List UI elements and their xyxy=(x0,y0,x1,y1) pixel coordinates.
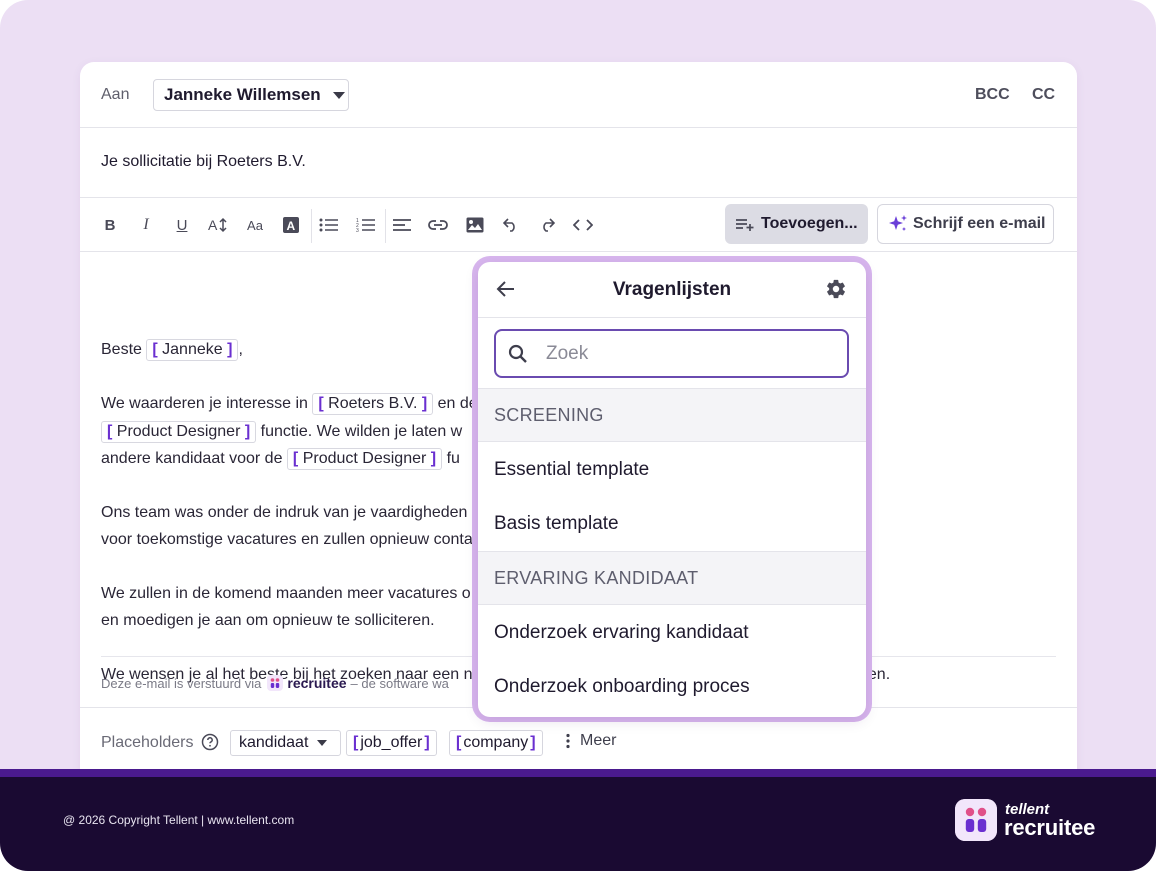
panel-header: Vragenlijsten xyxy=(478,262,866,318)
search-input[interactable] xyxy=(546,340,836,368)
paragraph-line: en moedigen je aan om opnieuw te sollici… xyxy=(101,612,435,629)
bold-icon[interactable]: B xyxy=(97,213,123,237)
footer-stripe xyxy=(0,769,1156,777)
toolbar-divider xyxy=(385,209,386,243)
recruitee-logo-icon xyxy=(955,799,997,841)
image-icon[interactable] xyxy=(462,213,488,237)
bcc-button[interactable]: BCC xyxy=(975,86,1010,104)
subject-row[interactable]: Je sollicitatie bij Roeters B.V. xyxy=(80,128,1077,198)
ai-write-label: Schrijf een e-mail xyxy=(913,215,1046,232)
placeholder-value: Janneke xyxy=(162,341,223,358)
recipient-row: Aan Janneke Willemsen BCC CC xyxy=(80,62,1077,128)
cc-button[interactable]: CC xyxy=(1032,86,1055,104)
playlist-add-icon xyxy=(736,219,754,231)
gear-icon[interactable] xyxy=(825,278,847,300)
redo-icon[interactable] xyxy=(534,213,560,237)
text-size-icon[interactable]: A xyxy=(205,213,231,237)
placeholder-value: Product Designer xyxy=(302,450,427,467)
menu-item-onderzoek-ervaring[interactable]: Onderzoek ervaring kandidaat xyxy=(478,606,866,660)
brand-recruitee: recruitee xyxy=(1004,815,1096,840)
signature: Deze e-mail is verstuurd via recruitee –… xyxy=(101,675,449,691)
svg-text:3: 3 xyxy=(356,228,359,233)
chip-label: company xyxy=(463,734,529,751)
text-color-icon[interactable]: A xyxy=(278,213,304,237)
section-header-screening: SCREENING xyxy=(478,388,866,442)
search-box[interactable] xyxy=(494,329,849,378)
placeholder-value: Product Designer xyxy=(116,423,241,440)
placeholder-value: Roeters B.V. xyxy=(328,395,418,412)
paragraph-line: andere kandidaat voor de [ Product Desig… xyxy=(101,448,460,470)
font-case-icon[interactable]: Aa xyxy=(242,213,268,237)
body-text: We waarderen je interesse in xyxy=(101,395,308,412)
numbered-list-icon[interactable]: 123 xyxy=(353,213,379,237)
questionnaires-dropdown: Vragenlijsten SCREENING Essential templa… xyxy=(478,262,866,717)
section-header-ervaring-kandidaat: ERVARING KANDIDAAT xyxy=(478,551,866,605)
paragraph-line: Ons team was onder de indruk van je vaar… xyxy=(101,504,468,521)
page-footer: @ 2026 Copyright Tellent | www.tellent.c… xyxy=(0,777,1156,871)
paragraph-line: We zullen in de komend maanden meer vaca… xyxy=(101,585,471,602)
placeholder-type-value: kandidaat xyxy=(239,734,309,751)
bullet-list-icon[interactable] xyxy=(316,213,342,237)
placeholder-chip[interactable]: [ Roeters B.V. ] xyxy=(312,393,434,415)
paragraph-line: voor toekomstige vacatures en zullen opn… xyxy=(101,531,473,548)
undo-icon[interactable] xyxy=(498,213,524,237)
body-text: functie. We wilden je laten w xyxy=(260,423,463,440)
help-icon[interactable] xyxy=(201,733,219,751)
greeting-text: Beste xyxy=(101,341,142,358)
menu-item-essential-template[interactable]: Essential template xyxy=(478,443,866,497)
placeholder-chip-company[interactable]: [company] xyxy=(449,730,543,756)
svg-text:A: A xyxy=(287,219,296,233)
signature-suffix: – de software wa xyxy=(350,675,449,691)
more-label: Meer xyxy=(580,732,617,749)
insert-button-label: Toevoegen... xyxy=(761,215,858,232)
more-vertical-icon xyxy=(566,733,570,749)
panel-title: Vragenlijsten xyxy=(612,279,732,300)
chip-label: job_offer xyxy=(360,734,423,751)
signature-prefix: Deze e-mail is verstuurd via xyxy=(101,675,262,691)
subject-field[interactable]: Je sollicitatie bij Roeters B.V. xyxy=(101,153,306,171)
placeholder-chip[interactable]: [ Janneke ] xyxy=(146,339,239,361)
paragraph-line: We waarderen je interesse in [ Roeters B… xyxy=(101,393,478,415)
menu-item-onderzoek-onboarding[interactable]: Onderzoek onboarding proces xyxy=(478,660,866,714)
recruitee-logo-icon xyxy=(267,675,284,691)
chevron-down-icon xyxy=(332,91,345,99)
ai-write-button[interactable]: Schrijf een e-mail xyxy=(877,204,1054,244)
to-label: Aan xyxy=(101,86,130,103)
placeholder-chip[interactable]: [ Product Designer ] xyxy=(101,421,257,443)
greeting-line: Beste [ Janneke ], xyxy=(101,339,243,361)
toolbar-divider xyxy=(311,209,312,243)
signature-brand: recruitee xyxy=(287,675,347,691)
more-button[interactable]: Meer xyxy=(566,732,616,750)
align-left-icon[interactable] xyxy=(389,213,415,237)
code-icon[interactable] xyxy=(570,213,596,237)
body-text: fu xyxy=(446,450,460,467)
placeholder-chip[interactable]: [ Product Designer ] xyxy=(286,448,443,470)
menu-item-basis-template[interactable]: Basis template xyxy=(478,497,866,551)
paragraph-line: [ Product Designer ] functie. We wilden … xyxy=(101,421,462,443)
chevron-down-icon xyxy=(317,740,328,746)
insert-button[interactable]: Toevoegen... xyxy=(725,204,868,244)
link-icon[interactable] xyxy=(425,213,451,237)
placeholder-chip-job-offer[interactable]: [job_offer] xyxy=(346,730,437,756)
italic-icon[interactable]: I xyxy=(133,213,159,237)
svg-text:A: A xyxy=(208,217,218,233)
search-icon xyxy=(508,344,527,363)
placeholder-type-select[interactable]: kandidaat xyxy=(230,730,341,756)
recipient-select[interactable]: Janneke Willemsen xyxy=(153,79,349,111)
formatting-toolbar: B I U A Aa A 123 Toevoegen... Schrijf ee… xyxy=(80,198,1077,252)
page-frame: Aan Janneke Willemsen BCC CC Je sollicit… xyxy=(0,0,1156,871)
recipient-name: Janneke Willemsen xyxy=(164,85,321,104)
copyright-text: @ 2026 Copyright Tellent | www.tellent.c… xyxy=(63,813,295,827)
placeholders-label: Placeholders xyxy=(101,734,194,751)
underline-icon[interactable]: U xyxy=(169,213,195,237)
sparkle-icon xyxy=(889,215,907,231)
body-text: andere kandidaat voor de xyxy=(101,450,283,467)
